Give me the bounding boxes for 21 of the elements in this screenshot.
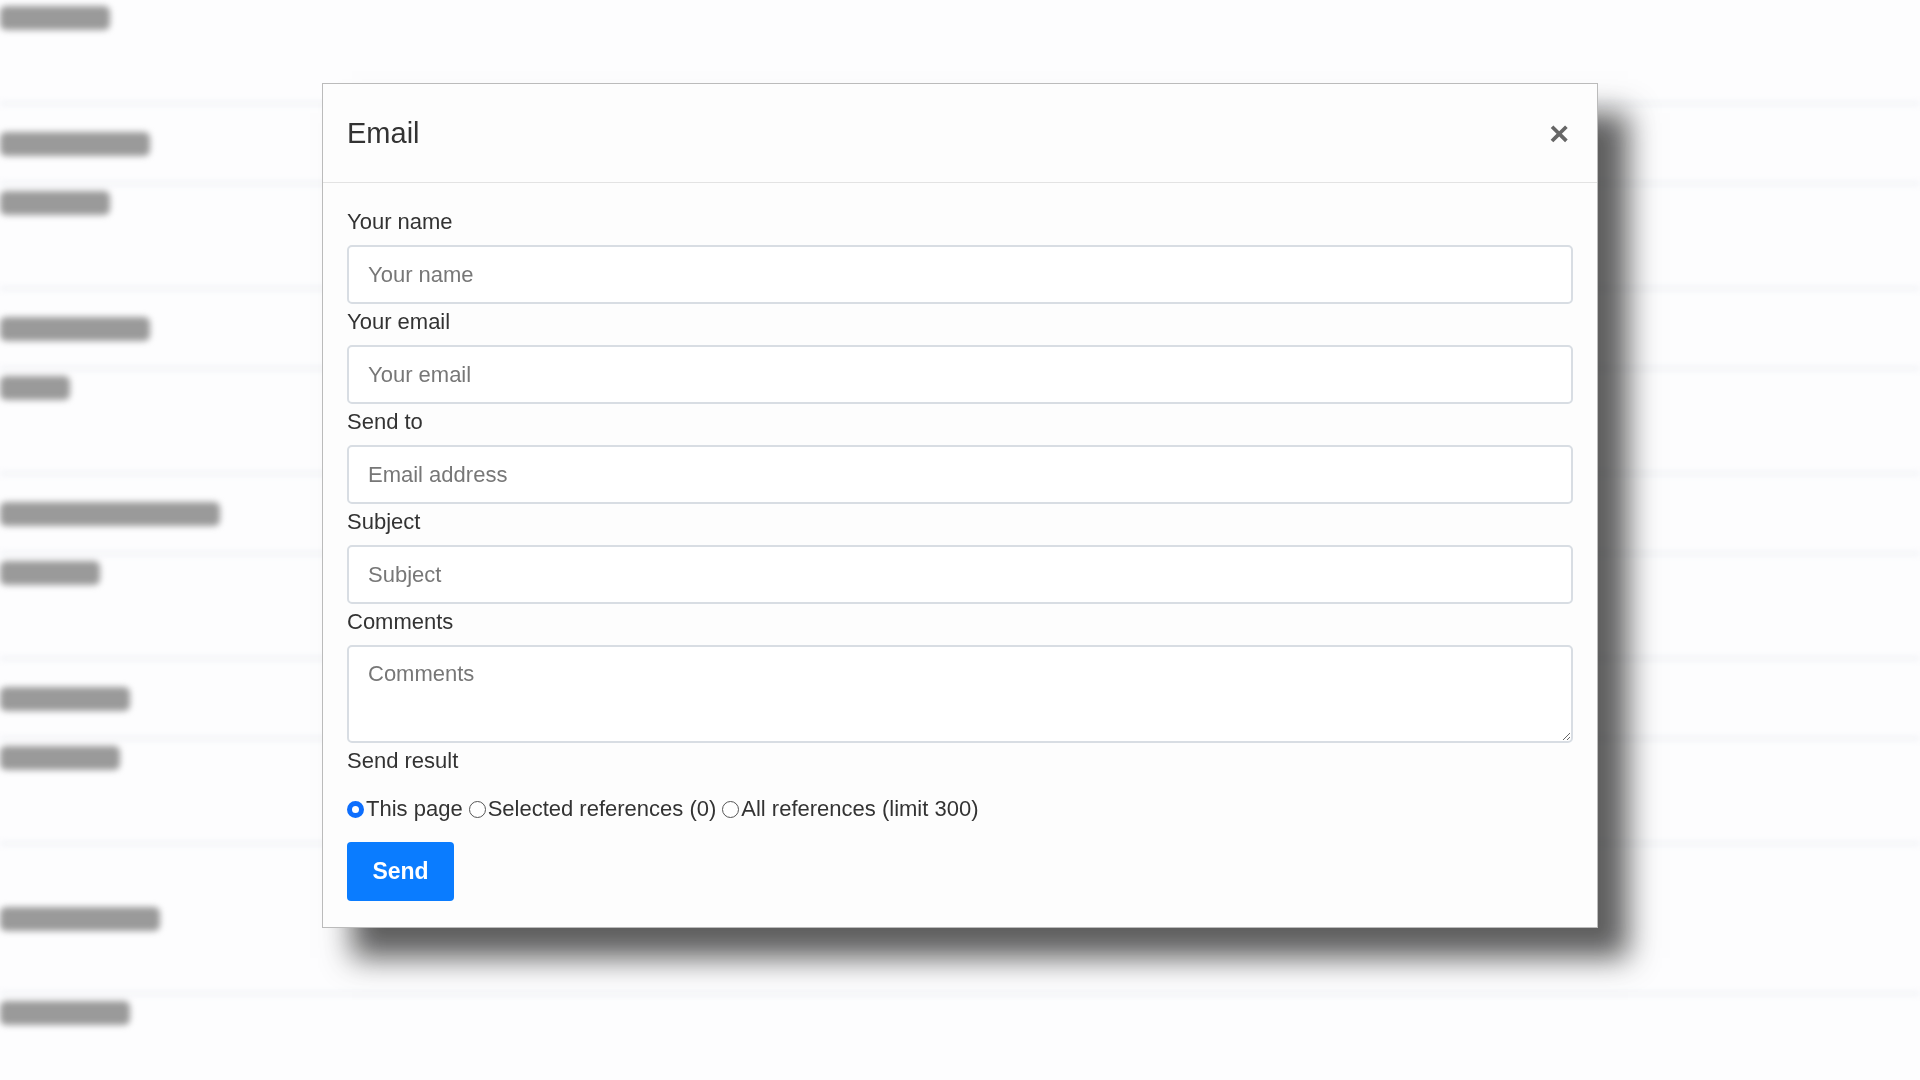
radio-option[interactable]: Selected references (0) <box>468 796 717 822</box>
dialog-title: Email <box>347 116 420 150</box>
field-label: Your name <box>347 209 454 235</box>
input-field[interactable]: Email address <box>347 445 1573 504</box>
field-label: Subject <box>347 509 422 535</box>
field-label: Your email <box>347 309 452 335</box>
radio-button[interactable] <box>347 800 364 818</box>
blurred-bar <box>0 376 70 400</box>
radio-option[interactable]: All references (limit 300) <box>722 796 979 822</box>
comments-field[interactable]: Comments <box>347 645 1573 743</box>
radio-button[interactable] <box>468 800 486 818</box>
field-label: Send result <box>347 748 460 774</box>
input-field[interactable]: Subject <box>347 545 1573 604</box>
input-field[interactable]: Your name <box>347 245 1573 304</box>
close-button[interactable]: × <box>1545 116 1573 150</box>
send-button[interactable]: Send <box>347 842 454 901</box>
radio-option[interactable]: This page <box>347 796 463 822</box>
field-label: Comments <box>347 609 455 635</box>
radio-button[interactable] <box>722 800 740 818</box>
field-label: Send to <box>347 409 424 435</box>
input-field[interactable]: Your email <box>347 345 1573 404</box>
